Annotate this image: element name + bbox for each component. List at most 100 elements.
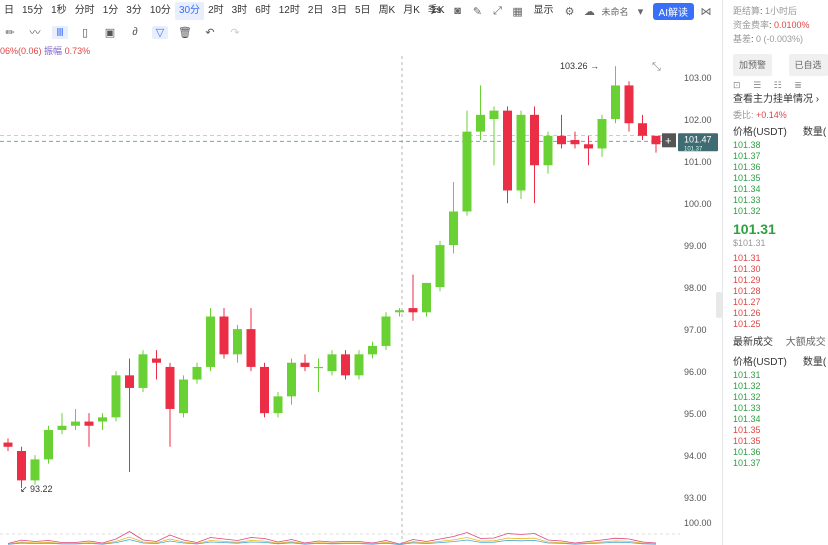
trades-price-header: 价格(USDT) bbox=[733, 357, 787, 368]
timeframe-14[interactable]: 5日 bbox=[351, 2, 375, 20]
candle-body bbox=[651, 135, 661, 145]
book-list-icon[interactable]: ≣ bbox=[794, 80, 802, 90]
timeframe-10[interactable]: 6时 bbox=[251, 2, 275, 20]
redo-icon[interactable]: ↷ bbox=[227, 26, 243, 39]
trade-row: 101.31 bbox=[733, 370, 761, 380]
fullscreen-icon[interactable]: ⤡ bbox=[652, 60, 661, 73]
grid-icon[interactable]: ▦ bbox=[510, 5, 526, 18]
timeframe-6[interactable]: 10分 bbox=[146, 2, 175, 20]
candle-body bbox=[179, 379, 188, 414]
display-button[interactable]: 显示 bbox=[530, 2, 558, 20]
trade-tabs: 最新成交 大额成交 bbox=[723, 336, 828, 350]
tab-large-trades[interactable]: 大额成交 bbox=[786, 337, 826, 348]
candle-body bbox=[273, 396, 283, 414]
undo-icon[interactable]: ↶ bbox=[202, 26, 218, 39]
tab-latest-trades[interactable]: 最新成交 bbox=[733, 337, 773, 348]
bid-row[interactable]: 101.26 bbox=[723, 308, 828, 319]
chevron-down-icon[interactable]: ▾ bbox=[633, 5, 649, 18]
book-both-icon[interactable]: ⊡ bbox=[733, 80, 741, 90]
ask-row[interactable]: 101.35 bbox=[723, 173, 828, 184]
timeframe-bar: 日 15分 1秒 分时 1分 3分 10分 30分 2时 3时 6时 12时 2日 3日 5日 周K 月K 季K … bbox=[0, 0, 722, 22]
candle-body bbox=[287, 362, 296, 397]
alert-button[interactable]: 加预警 bbox=[733, 54, 773, 76]
indicator-icon[interactable]: Ⅲ bbox=[52, 25, 68, 39]
ask-row[interactable]: 101.34 bbox=[723, 184, 828, 195]
bid-row[interactable]: 101.27 bbox=[723, 297, 828, 308]
timeframe-16[interactable]: 月K bbox=[399, 2, 424, 20]
candle-body bbox=[381, 316, 391, 346]
bid-row[interactable]: 101.25 bbox=[723, 319, 828, 330]
ask-row[interactable]: 101.33 bbox=[723, 195, 828, 206]
share-icon[interactable]: ⋈ bbox=[698, 5, 714, 18]
favorite-button[interactable]: 已自选 bbox=[788, 54, 828, 76]
last-price: 101.31 bbox=[733, 221, 776, 237]
gear-icon[interactable]: ⚙ bbox=[562, 5, 578, 18]
timeframe-12[interactable]: 2日 bbox=[304, 2, 328, 20]
ask-row[interactable]: 101.38 bbox=[723, 140, 828, 151]
edit-box-icon[interactable]: ▣ bbox=[102, 26, 118, 39]
high-price-label: 103.26 → bbox=[560, 61, 599, 71]
basis-value: 0 (-0.003%) bbox=[756, 34, 804, 44]
layout-name[interactable]: 未命名 bbox=[602, 5, 629, 18]
ask-row[interactable]: 101.32 bbox=[723, 206, 828, 217]
candle-body bbox=[233, 329, 242, 355]
pencil-icon[interactable]: ✏ bbox=[2, 26, 18, 39]
timeframe-9[interactable]: 3时 bbox=[228, 2, 252, 20]
candle-body bbox=[422, 282, 431, 313]
book-icons: ⊡ ☰ ☷ ≣ bbox=[723, 78, 828, 92]
candle-body bbox=[327, 354, 337, 372]
candle-body bbox=[354, 354, 364, 376]
timeframe-7[interactable]: 30分 bbox=[174, 2, 205, 20]
trade-row: 101.35 bbox=[733, 436, 761, 446]
ask-row[interactable]: 101.36 bbox=[723, 162, 828, 173]
clipboard-icon[interactable]: ▯ bbox=[77, 26, 93, 39]
candle-body bbox=[543, 135, 553, 166]
timeframe-8[interactable]: 2时 bbox=[204, 2, 228, 20]
book-bid-icon[interactable]: ☰ bbox=[753, 80, 761, 90]
bid-row[interactable]: 101.31 bbox=[723, 253, 828, 264]
candle-body bbox=[125, 375, 134, 388]
countdown-row: 距结算: 1小时后 bbox=[733, 6, 798, 16]
timeframe-5[interactable]: 3分 bbox=[122, 2, 146, 20]
trade-row: 101.34 bbox=[733, 414, 761, 424]
y-tick-label: 94.00 bbox=[684, 451, 707, 461]
candlestick-chart[interactable]: 103.00 102.00 101.00 100.00 99.00 98.00 97.00 9… bbox=[0, 56, 722, 545]
y-tick-label: 93.00 bbox=[684, 493, 707, 503]
candle-body bbox=[530, 114, 539, 166]
timeframe-4[interactable]: 1分 bbox=[99, 2, 123, 20]
book-link[interactable]: 查看主力挂单情况 › bbox=[723, 92, 828, 108]
ratio-value: +0.14% bbox=[756, 110, 787, 120]
timeframe-1[interactable]: 15分 bbox=[18, 2, 47, 20]
timeframe-15[interactable]: 周K bbox=[375, 2, 400, 20]
ai-button[interactable]: AI解读 bbox=[652, 2, 694, 20]
funding-label: 资金费率 bbox=[733, 20, 770, 30]
timeframe-0[interactable]: 日 bbox=[0, 2, 18, 20]
bid-row[interactable]: 101.29 bbox=[723, 275, 828, 286]
timeframe-13[interactable]: 3日 bbox=[327, 2, 351, 20]
y-tick-label: 98.00 bbox=[684, 283, 707, 293]
link-icon[interactable]: ∂ bbox=[127, 26, 143, 38]
y-tick-label: 99.00 bbox=[684, 241, 707, 251]
timeframe-3[interactable]: 分时 bbox=[71, 2, 99, 20]
bid-row[interactable]: 101.30 bbox=[723, 264, 828, 275]
camera-icon[interactable]: ◙ bbox=[450, 5, 466, 17]
bid-row[interactable]: 101.28 bbox=[723, 286, 828, 297]
candle-body bbox=[219, 316, 229, 355]
interval-button[interactable]: 1s bbox=[427, 2, 446, 20]
book-header: 价格(USDT) 数量( bbox=[723, 126, 828, 140]
trash-icon[interactable]: 🗑 bbox=[177, 26, 193, 39]
timeframe-2[interactable]: 1秒 bbox=[47, 2, 71, 20]
filter-icon[interactable]: ▽ bbox=[152, 25, 168, 39]
timeframe-11[interactable]: 12时 bbox=[275, 2, 304, 20]
right-panel: 距结算: 1小时后 资金费率: 0.0100% 基差: 0 (-0.003%) … bbox=[722, 0, 828, 545]
panel-collapse-handle[interactable] bbox=[716, 292, 722, 318]
chart-controls: 1s ◙ ✎ ⤢ ▦ 显示 ⚙ ☁ 未命名 ▾ AI解读 ⋈ bbox=[427, 0, 714, 22]
pen-icon[interactable]: ✎ bbox=[470, 5, 486, 18]
cloud-icon[interactable]: ☁ bbox=[582, 5, 598, 18]
ask-row[interactable]: 101.37 bbox=[723, 151, 828, 162]
y-tick-label: 96.00 bbox=[684, 367, 707, 377]
expand-icon[interactable]: ⤢ bbox=[490, 5, 506, 18]
y-tick-label: 100.00 bbox=[684, 199, 712, 209]
brush-icon[interactable]: 〰 bbox=[27, 24, 43, 40]
book-ask-icon[interactable]: ☷ bbox=[774, 80, 782, 90]
